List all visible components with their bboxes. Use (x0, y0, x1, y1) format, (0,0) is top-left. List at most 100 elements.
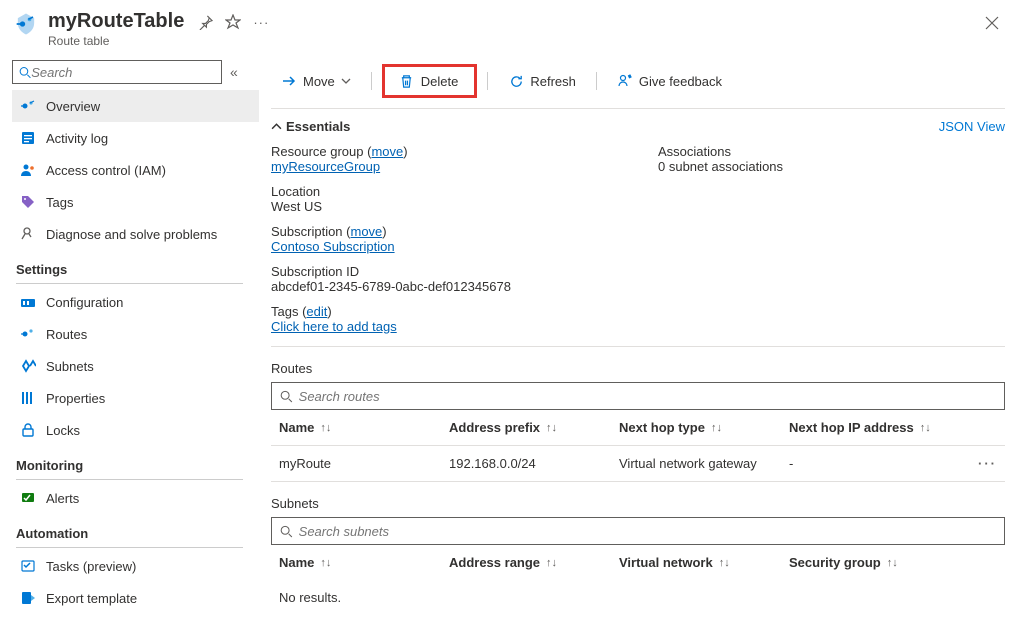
sidebar-item-properties[interactable]: Properties (12, 382, 259, 414)
routes-search-input[interactable] (299, 389, 996, 404)
sidebar-item-overview[interactable]: Overview (12, 90, 259, 122)
page-title: myRouteTable (48, 10, 184, 33)
sort-icon[interactable]: ↑↓ (920, 422, 931, 434)
delete-button[interactable]: Delete (389, 69, 469, 93)
essentials-title: Essentials (286, 119, 350, 134)
diagnose-icon (20, 226, 36, 242)
associations-value: 0 subnet associations (658, 159, 1005, 174)
subnets-search-input[interactable] (299, 524, 996, 539)
tags-label: Tags (edit) (271, 304, 1005, 319)
trash-icon (399, 73, 415, 89)
locks-icon (20, 422, 36, 438)
routes-section-title: Routes (271, 347, 1005, 382)
sort-icon[interactable]: ↑↓ (719, 557, 730, 569)
subnets-search[interactable] (271, 517, 1005, 545)
sort-icon[interactable]: ↑↓ (320, 557, 331, 569)
route-hop-ip-cell: - (789, 456, 944, 471)
tags-add-link[interactable]: Click here to add tags (271, 319, 397, 334)
sidebar-search[interactable] (12, 60, 222, 84)
search-icon (280, 525, 293, 538)
search-icon (19, 66, 31, 79)
page-subtitle: Route table (48, 34, 184, 48)
overview-icon (20, 98, 36, 114)
close-icon[interactable] (979, 12, 1005, 34)
routes-search[interactable] (271, 382, 1005, 410)
move-button[interactable]: Move (271, 69, 361, 93)
properties-icon (20, 390, 36, 406)
sidebar-item-export-template[interactable]: Export template (12, 582, 259, 614)
resource-group-move-link[interactable]: move (371, 144, 403, 159)
json-view-link[interactable]: JSON View (939, 119, 1005, 134)
sidebar-item-tags[interactable]: Tags (12, 186, 259, 218)
configuration-icon (20, 294, 36, 310)
subscription-label: Subscription (move) (271, 224, 618, 239)
sidebar-search-input[interactable] (31, 65, 215, 80)
sidebar-item-tasks[interactable]: Tasks (preview) (12, 550, 259, 582)
sort-icon[interactable]: ↑↓ (546, 557, 557, 569)
routes-icon (20, 326, 36, 342)
sidebar-item-label: Tasks (preview) (46, 559, 136, 574)
arrow-right-icon (281, 73, 297, 89)
sidebar-item-diagnose[interactable]: Diagnose and solve problems (12, 218, 259, 250)
sidebar-item-label: Routes (46, 327, 87, 342)
sidebar-item-alerts[interactable]: Alerts (12, 482, 259, 514)
subnets-icon (20, 358, 36, 374)
subnets-no-results: No results. (271, 580, 1005, 615)
sidebar-item-label: Tags (46, 195, 73, 210)
subnets-table-header: Name↑↓ Address range↑↓ Virtual network↑↓… (271, 545, 1005, 580)
sidebar-group-automation: Automation (12, 514, 259, 543)
route-name-cell: myRoute (279, 456, 449, 471)
export-template-icon (20, 590, 36, 606)
collapse-sidebar-icon[interactable]: « (230, 64, 238, 80)
associations-label: Associations (658, 144, 1005, 159)
sidebar-item-label: Overview (46, 99, 100, 114)
more-icon[interactable]: ··· (253, 15, 269, 30)
subnets-section-title: Subnets (271, 482, 1005, 517)
route-table-icon (12, 10, 40, 38)
sort-icon[interactable]: ↑↓ (711, 422, 722, 434)
alerts-icon (20, 490, 36, 506)
sort-icon[interactable]: ↑↓ (887, 557, 898, 569)
subscription-value[interactable]: Contoso Subscription (271, 239, 395, 254)
sidebar-group-settings: Settings (12, 250, 259, 279)
route-prefix-cell: 192.168.0.0/24 (449, 456, 619, 471)
resource-group-label: Resource group (move) (271, 144, 618, 159)
tags-icon (20, 194, 36, 210)
chevron-up-icon[interactable] (271, 121, 282, 132)
sidebar-group-monitoring: Monitoring (12, 446, 259, 475)
subscription-move-link[interactable]: move (350, 224, 382, 239)
routes-table-row[interactable]: myRoute 192.168.0.0/24 Virtual network g… (271, 445, 1005, 482)
refresh-icon (508, 73, 524, 89)
sidebar-item-locks[interactable]: Locks (12, 414, 259, 446)
tasks-icon (20, 558, 36, 574)
activity-log-icon (20, 130, 36, 146)
sidebar-item-subnets[interactable]: Subnets (12, 350, 259, 382)
row-more-icon[interactable]: ··· (978, 456, 997, 471)
tags-edit-link[interactable]: edit (306, 304, 327, 319)
give-feedback-button[interactable]: Give feedback (607, 69, 732, 93)
pin-icon[interactable] (198, 15, 213, 30)
sidebar-item-label: Configuration (46, 295, 123, 310)
sidebar-item-label: Alerts (46, 491, 79, 506)
sidebar-item-label: Diagnose and solve problems (46, 227, 217, 242)
sort-icon[interactable]: ↑↓ (546, 422, 557, 434)
sort-icon[interactable]: ↑↓ (320, 422, 331, 434)
sidebar-item-configuration[interactable]: Configuration (12, 286, 259, 318)
sidebar-item-label: Access control (IAM) (46, 163, 166, 178)
sidebar-item-label: Locks (46, 423, 80, 438)
sidebar-item-activity-log[interactable]: Activity log (12, 122, 259, 154)
resource-group-value[interactable]: myResourceGroup (271, 159, 380, 174)
location-label: Location (271, 184, 618, 199)
routes-table-header: Name↑↓ Address prefix↑↓ Next hop type↑↓ … (271, 410, 1005, 445)
route-hop-type-cell: Virtual network gateway (619, 456, 789, 471)
sidebar-item-label: Export template (46, 591, 137, 606)
subscription-id-label: Subscription ID (271, 264, 618, 279)
iam-icon (20, 162, 36, 178)
location-value: West US (271, 199, 618, 214)
favorite-icon[interactable] (225, 14, 241, 30)
sidebar-item-label: Subnets (46, 359, 94, 374)
sidebar-item-routes[interactable]: Routes (12, 318, 259, 350)
sidebar-item-access-control[interactable]: Access control (IAM) (12, 154, 259, 186)
feedback-icon (617, 73, 633, 89)
refresh-button[interactable]: Refresh (498, 69, 586, 93)
